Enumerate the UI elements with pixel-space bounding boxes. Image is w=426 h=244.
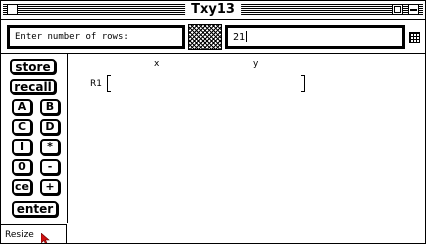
matrix-area[interactable]: x y R1 [68, 54, 425, 243]
close-box-icon[interactable] [7, 4, 18, 15]
column-header-y: y [253, 59, 259, 69]
divider-grip-icon[interactable] [188, 24, 222, 50]
key-minus-button[interactable]: - [40, 159, 60, 175]
prompt-label-field: Enter number of rows: [7, 25, 185, 49]
column-header-x: x [154, 59, 160, 69]
row-count-value: 21 [233, 32, 246, 43]
key-multiply-button[interactable]: * [40, 139, 60, 155]
matrix-bracket-left [107, 75, 111, 92]
row-label-r1: R1 [90, 79, 102, 89]
app-window: Txy13 Enter number of rows: 21 store rec… [0, 0, 426, 244]
key-d-button[interactable]: D [40, 119, 60, 135]
pointer-arrow-icon [41, 233, 50, 243]
matrix-bracket-right [301, 75, 305, 92]
key-a-button[interactable]: A [12, 99, 32, 115]
text-caret [246, 31, 248, 42]
zoom-box-icon[interactable] [392, 4, 403, 15]
key-i-button[interactable]: I [12, 139, 32, 155]
key-c-button[interactable]: C [12, 119, 32, 135]
window-title: Txy13 [185, 2, 241, 18]
row-count-input[interactable]: 21 [225, 25, 405, 49]
key-b-button[interactable]: B [40, 99, 60, 115]
grid-view-icon[interactable] [409, 32, 420, 43]
prompt-bar: Enter number of rows: 21 [1, 20, 425, 54]
resize-status: Resize [1, 224, 67, 243]
collapse-box-icon[interactable] [408, 4, 419, 15]
recall-button[interactable]: recall [10, 79, 56, 94]
key-zero-button[interactable]: 0 [12, 159, 32, 175]
key-plus-button[interactable]: + [40, 179, 60, 195]
title-bar[interactable]: Txy13 [1, 1, 425, 20]
store-button[interactable]: store [10, 59, 56, 74]
enter-button[interactable]: enter [12, 201, 58, 217]
key-clear-entry-button[interactable]: ce [12, 179, 32, 195]
keypad-panel: store recall A B C D I * 0 - ce + enter [1, 54, 68, 223]
